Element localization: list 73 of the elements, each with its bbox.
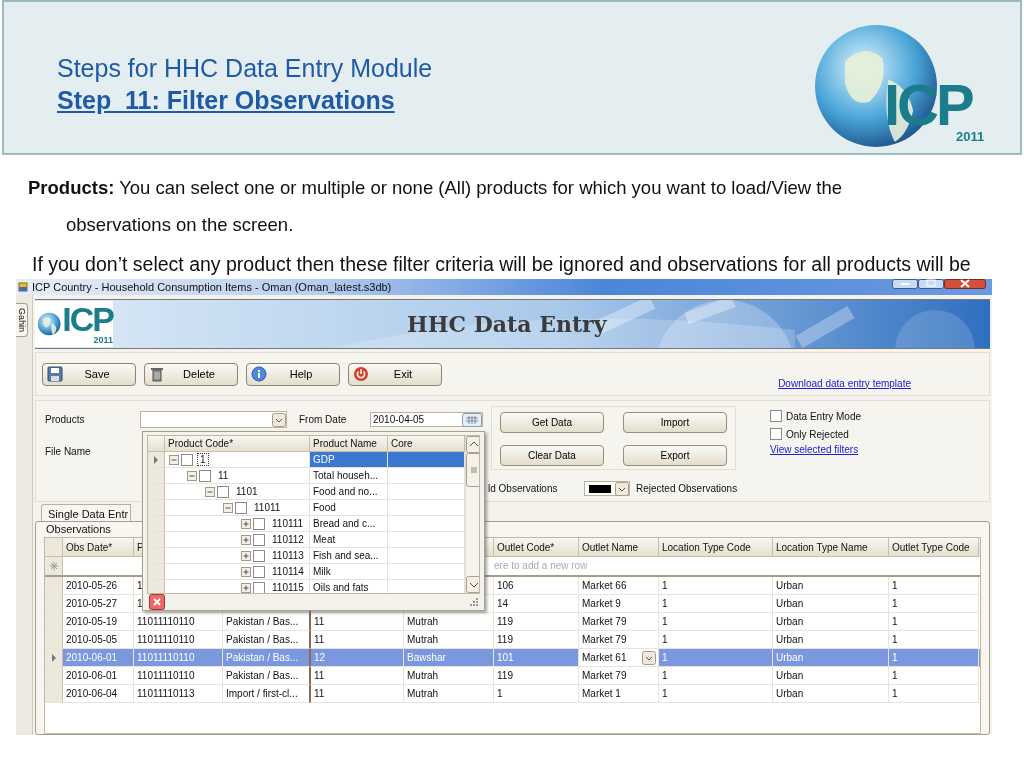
- product-code: 110115: [271, 582, 305, 593]
- table-row[interactable]: 2010-05-19 11011110110 Pakistan / Bas... 11 Mutrah 119 Market 79 1 Urban 1: [45, 613, 980, 631]
- table-cell: 11011110113: [134, 685, 223, 703]
- field-label: From Date: [299, 414, 348, 425]
- column-header[interactable]: Outlet Code*: [494, 538, 579, 557]
- tab[interactable]: Single Data Entr: [41, 504, 132, 521]
- table-cell[interactable]: Oils and fats: [310, 580, 388, 593]
- field-label: File Name: [45, 446, 91, 457]
- field-label: Products: [45, 414, 86, 425]
- table-row[interactable]: 2010-06-04 11011110113 Import / first-cl... 11 Mutrah 1 Market 1 1 Urban 1: [45, 685, 980, 703]
- table-cell[interactable]: Bread and c...: [310, 516, 388, 532]
- logo-text: ICP: [62, 303, 113, 335]
- logo-year: 2011: [956, 130, 985, 144]
- column-header[interactable]: Location Type Code: [659, 538, 773, 557]
- table-cell[interactable]: Food: [310, 500, 388, 516]
- table-row[interactable]: 2010-06-01 11011110110 Pakistan / Bas... 11 Mutrah 119 Market 79 1 Urban 1: [45, 667, 980, 685]
- table-cell: 1: [889, 685, 979, 703]
- action-button[interactable]: Import: [623, 412, 727, 433]
- table-cell: Market 1: [579, 685, 659, 703]
- table-cell: 1: [494, 685, 579, 703]
- product-code: 110111: [271, 518, 305, 529]
- banner-title: HHC Data Entry: [407, 311, 607, 337]
- toolbar-button[interactable]: Save: [42, 362, 136, 386]
- checkbox-label: Data Entry Mode: [786, 410, 862, 422]
- paragraph: Products: You can select one or multiple or none (All) products for which you want to load/View the observations on the screen.: [27, 176, 844, 237]
- product-code: 1: [198, 454, 208, 465]
- group-title: Observations: [45, 522, 111, 537]
- table-cell[interactable]: Milk: [310, 564, 388, 580]
- toolbar-button[interactable]: Exit: [348, 362, 442, 386]
- table-cell[interactable]: Total househ...: [310, 468, 388, 484]
- legend-label: ld Observations: [488, 483, 559, 494]
- action-button[interactable]: Clear Data: [500, 444, 604, 466]
- date-field[interactable]: 2010-04-05: [370, 412, 483, 427]
- table-cell: Mutrah: [404, 685, 494, 703]
- product-code: 110114: [271, 566, 305, 577]
- checkbox-label: Only Rejected: [786, 428, 849, 440]
- product-code: 1101: [235, 486, 259, 497]
- toolbar-button[interactable]: Help: [246, 362, 340, 386]
- action-button[interactable]: Get Data: [500, 412, 604, 433]
- legend-label: Rejected Observations: [636, 483, 738, 494]
- product-code: 11: [217, 470, 230, 481]
- product-code: 11011: [253, 502, 282, 513]
- window-title: ICP Country - Household Consumption Items - Oman (Oman_latest.s3db): [32, 281, 392, 293]
- table-cell: Urban: [773, 685, 889, 703]
- table-cell: Market 61: [579, 649, 659, 667]
- column-header[interactable]: Core: [388, 436, 465, 452]
- product-code: 110112: [271, 534, 305, 545]
- column-header[interactable]: Obs Date*: [63, 538, 134, 557]
- action-button[interactable]: Export: [623, 444, 727, 466]
- slide-subtitle: Step 11: Filter Observations: [57, 85, 396, 116]
- table-cell[interactable]: Fish and sea...: [310, 548, 388, 564]
- column-header[interactable]: Product Name: [310, 436, 388, 452]
- filters-link[interactable]: View selected filters: [770, 444, 862, 455]
- toolbar-button[interactable]: Delete: [144, 362, 238, 386]
- table-cell[interactable]: Meat: [310, 532, 388, 548]
- column-header[interactable]: Outlet Type Code: [889, 538, 979, 557]
- side-tab[interactable]: Gahin: [16, 303, 28, 338]
- logo-year: 2011: [93, 335, 113, 345]
- column-header[interactable]: Outlet Name: [579, 538, 659, 557]
- column-header[interactable]: Location Type Name: [773, 538, 889, 557]
- paragraph: If you don’t select any product then these filter criteria will be ignored and observations for all products will be: [31, 252, 972, 277]
- slide-title: Steps for HHC Data Entry Module: [57, 53, 433, 84]
- template-link[interactable]: Download data entry template: [778, 377, 911, 389]
- product-code: 110113: [271, 550, 305, 561]
- table-cell[interactable]: Food and no...: [310, 484, 388, 500]
- table-cell[interactable]: GDP: [310, 452, 388, 468]
- table-row[interactable]: 2010-06-01 11011110110 Pakistan / Bas... 12 Bawshar 101 Market 61 1 Urban 1: [45, 649, 980, 667]
- table-cell: Import / first-cl...: [223, 685, 311, 703]
- table-cell: 1: [659, 685, 773, 703]
- table-cell: 11: [311, 685, 404, 703]
- table-row[interactable]: 2010-05-05 11011110110 Pakistan / Bas... 11 Mutrah 119 Market 79 1 Urban 1: [45, 631, 980, 649]
- column-header[interactable]: Product Code*: [165, 436, 310, 452]
- table-cell: 2010-06-04: [63, 685, 134, 703]
